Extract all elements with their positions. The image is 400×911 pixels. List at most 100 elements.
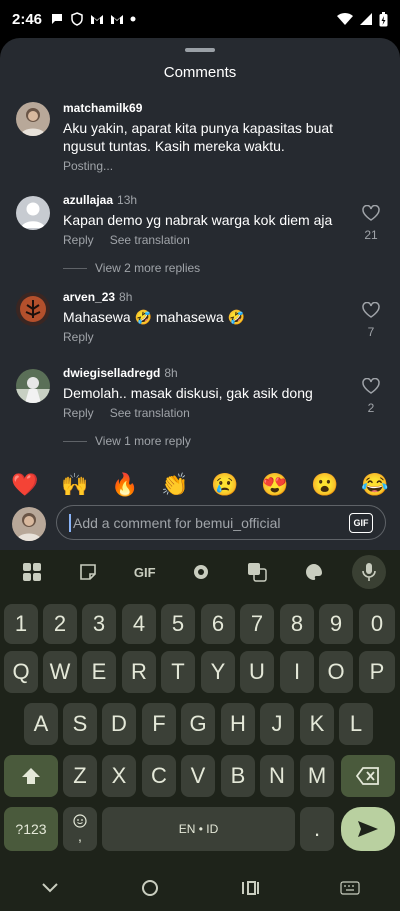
period-key[interactable]: . — [300, 807, 334, 851]
key-k[interactable]: K — [300, 703, 334, 745]
gmail-icon — [91, 15, 104, 24]
key-x[interactable]: X — [102, 755, 136, 797]
chevron-down-icon[interactable] — [40, 881, 60, 895]
backspace-key[interactable] — [341, 755, 395, 797]
comment-username[interactable]: matchamilk69 — [63, 101, 353, 115]
key-8[interactable]: 8 — [280, 604, 314, 644]
settings-icon[interactable] — [183, 555, 219, 589]
key-5[interactable]: 5 — [161, 604, 195, 644]
view-more-replies[interactable]: View 2 more replies — [63, 261, 200, 275]
emoji-cry[interactable]: 😢 — [211, 472, 238, 498]
backspace-icon — [356, 767, 379, 785]
gif-keyboard-button[interactable]: GIF — [127, 555, 163, 589]
key-m[interactable]: M — [300, 755, 334, 797]
key-0[interactable]: 0 — [359, 604, 395, 644]
key-b[interactable]: B — [221, 755, 255, 797]
reply-button[interactable]: Reply — [63, 233, 94, 247]
avatar[interactable] — [16, 196, 50, 230]
key-7[interactable]: 7 — [240, 604, 274, 644]
comment-input[interactable] — [73, 514, 349, 531]
key-i[interactable]: I — [280, 651, 314, 693]
avatar[interactable] — [16, 292, 50, 326]
gmail-icon — [111, 15, 124, 24]
signal-icon — [360, 13, 372, 25]
palette-icon[interactable] — [296, 555, 332, 589]
gif-button[interactable]: GIF — [349, 512, 373, 533]
key-3[interactable]: 3 — [82, 604, 116, 644]
comment-text: Mahasewa 🤣 mahasewa 🤣 — [63, 309, 245, 325]
view-more-replies-label: View 2 more replies — [95, 261, 201, 275]
key-c[interactable]: C — [142, 755, 176, 797]
keyboard-switch-icon[interactable] — [340, 880, 360, 896]
key-2[interactable]: 2 — [43, 604, 77, 644]
key-4[interactable]: 4 — [122, 604, 156, 644]
see-translation-button[interactable]: See translation — [110, 233, 190, 247]
comma-key[interactable]: , — [63, 807, 97, 851]
key-w[interactable]: W — [43, 651, 77, 693]
emoji-surprised[interactable]: 😮 — [311, 472, 338, 498]
comment-username[interactable]: azullajaa 13h — [63, 193, 353, 207]
recents-icon[interactable] — [240, 880, 260, 896]
key-e[interactable]: E — [82, 651, 116, 693]
see-translation-button[interactable]: See translation — [110, 406, 190, 420]
battery-icon — [379, 11, 388, 26]
avatar[interactable] — [16, 369, 50, 403]
emoji-heart-eyes[interactable]: 😍 — [261, 472, 288, 498]
emoji-fire[interactable]: 🔥 — [111, 472, 138, 498]
emoji-heart[interactable]: ❤️ — [11, 472, 38, 498]
key-s[interactable]: S — [63, 703, 97, 745]
comment-time: 13h — [117, 193, 138, 207]
key-d[interactable]: D — [102, 703, 136, 745]
emoji-clap[interactable]: 👏 — [161, 472, 188, 498]
reply-button[interactable]: Reply — [63, 406, 94, 420]
key-j[interactable]: J — [260, 703, 294, 745]
key-u[interactable]: U — [240, 651, 274, 693]
sticker-icon[interactable] — [70, 555, 106, 589]
comment-username[interactable]: arven_23 8h — [63, 290, 353, 304]
navigation-bar — [0, 865, 400, 911]
key-y[interactable]: Y — [201, 651, 235, 693]
key-h[interactable]: H — [221, 703, 255, 745]
mic-icon[interactable] — [351, 555, 386, 589]
key-o[interactable]: O — [319, 651, 353, 693]
key-r[interactable]: R — [122, 651, 156, 693]
heart-icon — [362, 377, 380, 394]
reply-button[interactable]: Reply — [63, 330, 94, 344]
like-button[interactable]: 21 — [360, 204, 382, 242]
space-key[interactable]: EN • ID — [102, 807, 295, 851]
key-1[interactable]: 1 — [4, 604, 38, 644]
like-button[interactable]: 2 — [360, 377, 382, 415]
dot-icon — [130, 16, 136, 22]
apps-icon[interactable] — [14, 555, 50, 589]
key-6[interactable]: 6 — [201, 604, 235, 644]
key-f[interactable]: F — [142, 703, 176, 745]
home-icon[interactable] — [140, 878, 160, 898]
comment-input-container[interactable]: GIF — [56, 505, 386, 540]
avatar[interactable] — [16, 102, 50, 136]
comment-username[interactable]: dwiegiselladregd 8h — [63, 366, 353, 380]
keyboard-toolbar: GIF — [0, 550, 400, 594]
key-z[interactable]: Z — [63, 755, 97, 797]
translate-icon[interactable] — [239, 555, 275, 589]
my-avatar — [12, 507, 46, 541]
heart-icon — [362, 204, 380, 221]
key-p[interactable]: P — [359, 651, 395, 693]
key-t[interactable]: T — [161, 651, 195, 693]
emoji-raised-hands[interactable]: 🙌 — [61, 472, 88, 498]
symbols-key[interactable]: ?123 — [4, 807, 58, 851]
key-g[interactable]: G — [181, 703, 215, 745]
shift-key[interactable] — [4, 755, 58, 797]
key-9[interactable]: 9 — [319, 604, 353, 644]
key-l[interactable]: L — [339, 703, 373, 745]
key-n[interactable]: N — [260, 755, 294, 797]
emoji-laughing[interactable]: 😂 — [361, 472, 388, 498]
status-notification-icons — [50, 12, 136, 26]
drag-handle[interactable] — [185, 48, 215, 52]
view-more-replies[interactable]: View 1 more reply — [63, 434, 191, 448]
replies-divider — [63, 267, 87, 269]
send-key[interactable] — [341, 807, 395, 851]
key-a[interactable]: A — [24, 703, 58, 745]
key-v[interactable]: V — [181, 755, 215, 797]
like-button[interactable]: 7 — [360, 301, 382, 339]
key-q[interactable]: Q — [4, 651, 38, 693]
